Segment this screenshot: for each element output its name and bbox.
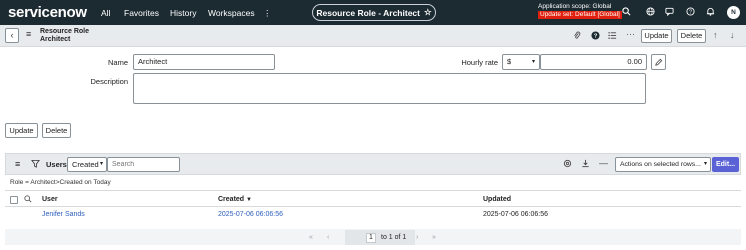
column-header-user[interactable]: User [42,196,58,203]
previous-record-arrow-icon[interactable]: ↑ [713,30,718,40]
chat-icon[interactable] [665,7,674,18]
servicenow-logo[interactable]: servicenow [8,4,87,21]
related-list-header: ≡ Users Created ▾ — Actions on selected … [5,153,741,175]
record-header-bar: ‹ ≡ Resource Role Architect ? ··· Update… [0,25,746,47]
divider [5,206,741,207]
top-navigation-bar: servicenow All Favorites History Workspa… [0,0,746,25]
filter-icon[interactable] [31,159,40,170]
currency-select[interactable]: $ ▾ [502,54,540,70]
update-set-label: Update set: Default [Global] [538,11,622,19]
activity-stream-icon[interactable] [608,31,617,42]
name-field[interactable]: Architect [133,54,275,70]
column-search-icon[interactable] [24,195,32,205]
first-page-icon[interactable]: « [309,234,313,241]
next-record-arrow-icon[interactable]: ↓ [730,30,735,40]
form-update-button[interactable]: Update [5,123,38,138]
actions-on-selected-rows-select[interactable]: Actions on selected rows... ▾ [615,157,711,172]
row-user-link[interactable]: Jenifer Sands [42,211,85,218]
sort-descending-icon: ▼ [246,197,252,203]
page-number-input[interactable]: 1 [366,233,376,243]
record-pill-label: Resource Role - Architect [316,7,420,18]
list-menu-icon[interactable]: ≡ [15,159,20,169]
globe-icon[interactable] [646,7,655,18]
header-update-button[interactable]: Update [641,29,672,43]
next-page-icon[interactable]: › [416,234,418,241]
row-created-link[interactable]: 2025-07-06 06:06:56 [218,211,283,218]
help-icon[interactable]: ? [686,7,695,18]
filter-breadcrumb[interactable]: Role = Architect>Created on Today [10,179,111,186]
actions-select-value: Actions on selected rows... [620,161,701,168]
context-menu-icon[interactable]: ≡ [26,29,31,39]
column-header-updated[interactable]: Updated [483,196,511,203]
last-page-icon[interactable]: » [432,234,436,241]
select-all-checkbox[interactable] [10,196,18,204]
name-label: Name [107,58,128,67]
download-icon[interactable] [581,159,590,170]
scope-label: Application scope: Global [538,3,612,10]
notifications-bell-icon[interactable] [706,7,715,18]
description-field[interactable] [133,73,646,104]
attachment-icon[interactable] [573,31,581,42]
nav-workspaces[interactable]: Workspaces [208,8,255,18]
nav-favorites[interactable]: Favorites [124,8,159,18]
favorite-star-icon[interactable]: ☆ [424,7,432,18]
svg-text:?: ? [594,34,598,40]
header-delete-button[interactable]: Delete [677,29,706,43]
list-settings-gear-icon[interactable] [563,159,572,170]
back-button[interactable]: ‹ [5,28,19,43]
more-options-icon[interactable]: ··· [626,29,635,39]
svg-text:?: ? [689,10,692,16]
currency-value: $ [507,57,512,66]
description-label: Description [90,77,128,86]
collapse-list-icon[interactable]: — [599,158,608,168]
row-updated-value: 2025-07-06 06:06:56 [483,211,548,218]
divider [5,190,741,191]
previous-page-icon[interactable]: ‹ [327,234,329,241]
nav-all[interactable]: All [101,8,110,18]
pagination-text: to 1 of 1 [381,234,407,241]
chevron-down-icon: ▾ [531,59,535,65]
list-title: Users [46,160,67,169]
help-circle-icon[interactable]: ? [591,31,600,42]
application-scope-info[interactable]: Application scope: Global Update set: De… [538,3,622,19]
column-header-created[interactable]: Created ▼ [218,196,252,203]
search-field-select[interactable]: Created ▾ [67,157,107,172]
column-header-created-label: Created [218,196,245,203]
record-title-pill[interactable]: Resource Role - Architect ☆ [312,4,436,21]
record-table-name: Resource Role [40,28,90,35]
nav-more-icon[interactable]: ⋮ [263,8,272,19]
record-display-value: Architect [40,36,71,43]
chevron-down-icon: ▾ [99,161,103,167]
form-delete-button[interactable]: Delete [42,123,71,138]
user-avatar[interactable]: N [727,6,740,19]
chevron-down-icon: ▾ [703,161,707,167]
search-icon[interactable] [622,7,631,18]
edit-list-button[interactable]: Edit... [712,157,739,172]
search-field-value: Created [72,160,99,169]
record-title: Resource Role Architect [40,28,89,44]
nav-history[interactable]: History [170,8,196,18]
list-search-input[interactable] [107,157,180,172]
hourly-rate-label: Hourly rate [461,58,498,67]
edit-currency-button[interactable] [651,54,666,70]
hourly-rate-field[interactable]: 0.00 [540,54,647,70]
